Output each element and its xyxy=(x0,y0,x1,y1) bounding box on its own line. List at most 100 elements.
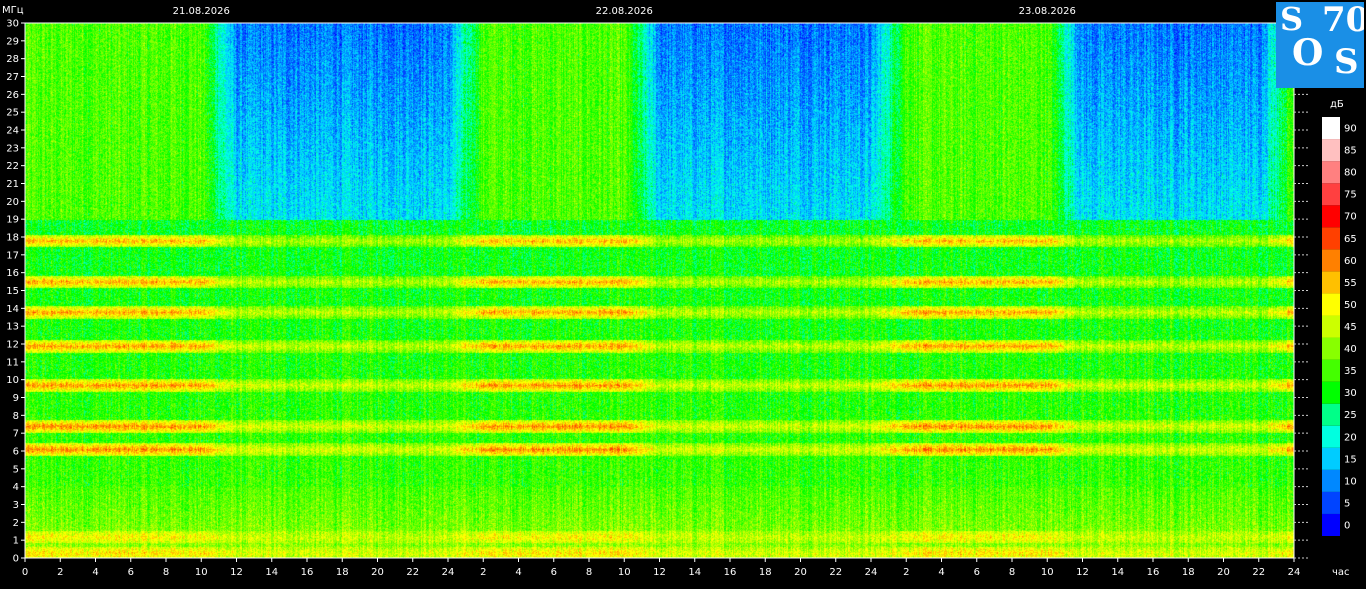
logo-number-70: 70 xyxy=(1322,2,1364,40)
y-tick-label: 5 xyxy=(13,464,19,475)
x-tick-label: 8 xyxy=(586,567,592,578)
date-label: 22.08.2026 xyxy=(596,6,653,17)
x-tick-label: 4 xyxy=(515,567,521,578)
y-tick-label: 29 xyxy=(6,36,19,47)
colorbar-tick-label: 45 xyxy=(1344,322,1357,333)
colorbar-segment xyxy=(1322,183,1340,206)
colorbar-tick-label: 70 xyxy=(1344,212,1357,223)
y-tick-label: 8 xyxy=(13,411,19,422)
sos70-logo: S 70 O S xyxy=(1276,2,1364,88)
colorbar-tick-label: 85 xyxy=(1344,146,1357,157)
colorbar-segment xyxy=(1322,271,1340,294)
colorbar-segment xyxy=(1322,359,1340,382)
colorbar-tick-label: 40 xyxy=(1344,344,1357,355)
x-tick-label: 4 xyxy=(938,567,944,578)
colorbar-segment xyxy=(1322,227,1340,250)
y-tick-label: 1 xyxy=(13,536,19,547)
x-tick-label: 22 xyxy=(1252,567,1265,578)
x-tick-label: 24 xyxy=(442,567,455,578)
x-tick-label: 18 xyxy=(759,567,772,578)
y-tick-label: 12 xyxy=(6,340,19,351)
y-tick-label: 10 xyxy=(6,375,19,386)
plot-frame xyxy=(24,22,1295,559)
y-tick-label: 15 xyxy=(6,286,19,297)
x-tick-label: 16 xyxy=(724,567,737,578)
colorbar-tick-label: 0 xyxy=(1344,520,1350,531)
y-tick-label: 18 xyxy=(6,233,19,244)
x-tick-label: 10 xyxy=(618,567,631,578)
y-tick-label: 26 xyxy=(6,90,19,101)
y-tick-label: 25 xyxy=(6,108,19,119)
colorbar-tick-label: 75 xyxy=(1344,190,1357,201)
colorbar-tick-label: 55 xyxy=(1344,278,1357,289)
x-tick-label: 18 xyxy=(1182,567,1195,578)
chart-axes: 0123456789101112131415161718192021222324… xyxy=(2,5,1357,578)
x-tick-label: 0 xyxy=(22,567,28,578)
x-tick-label: 14 xyxy=(265,567,278,578)
colorbar-segment xyxy=(1322,491,1340,514)
colorbar-segment xyxy=(1322,249,1340,272)
x-tick-label: 22 xyxy=(406,567,419,578)
colorbar-tick-label: 30 xyxy=(1344,388,1357,399)
x-tick-label: 2 xyxy=(57,567,63,578)
colorbar-segment xyxy=(1322,447,1340,470)
x-tick-label: 16 xyxy=(301,567,314,578)
x-tick-label: 22 xyxy=(829,567,842,578)
y-tick-label: 16 xyxy=(6,268,19,279)
y-tick-label: 6 xyxy=(13,447,19,458)
y-tick-label: 9 xyxy=(13,393,19,404)
x-tick-label: 24 xyxy=(865,567,878,578)
colorbar-segment xyxy=(1322,469,1340,492)
colorbar-tick-label: 15 xyxy=(1344,454,1357,465)
y-tick-label: 17 xyxy=(6,250,19,261)
date-label: 21.08.2026 xyxy=(173,6,230,17)
colorbar-tick-label: 90 xyxy=(1344,124,1357,135)
colorbar-tick-label: 50 xyxy=(1344,300,1357,311)
y-tick-label: 19 xyxy=(6,215,19,226)
x-axis-label: час xyxy=(1332,567,1350,578)
x-tick-label: 6 xyxy=(551,567,557,578)
x-tick-label: 24 xyxy=(1288,567,1301,578)
x-tick-label: 8 xyxy=(163,567,169,578)
colorbar-segment xyxy=(1322,381,1340,404)
colorbar-tick-label: 20 xyxy=(1344,432,1357,443)
colorbar-tick-label: 10 xyxy=(1344,476,1357,487)
colorbar-segment xyxy=(1322,205,1340,228)
x-tick-label: 2 xyxy=(480,567,486,578)
x-tick-label: 12 xyxy=(653,567,666,578)
colorbar-segment xyxy=(1322,117,1340,140)
colorbar-tick-label: 80 xyxy=(1344,168,1357,179)
colorbar-tick-label: 5 xyxy=(1344,498,1350,509)
x-tick-label: 6 xyxy=(974,567,980,578)
y-axis-label: МГц xyxy=(2,5,24,16)
y-tick-label: 4 xyxy=(13,482,19,493)
colorbar-tick-label: 65 xyxy=(1344,234,1357,245)
y-tick-label: 22 xyxy=(6,161,19,172)
x-tick-label: 8 xyxy=(1009,567,1015,578)
y-tick-label: 3 xyxy=(13,500,19,511)
y-tick-label: 23 xyxy=(6,143,19,154)
y-tick-label: 24 xyxy=(6,126,19,137)
colorbar-tick-label: 35 xyxy=(1344,366,1357,377)
colorbar-segment xyxy=(1322,337,1340,360)
y-tick-label: 0 xyxy=(13,554,19,565)
x-tick-label: 20 xyxy=(1217,567,1230,578)
x-tick-label: 4 xyxy=(92,567,98,578)
y-tick-label: 14 xyxy=(6,304,19,315)
y-tick-label: 27 xyxy=(6,72,19,83)
colorbar-segment xyxy=(1322,139,1340,162)
date-label: 23.08.2026 xyxy=(1019,6,1076,17)
y-tick-label: 2 xyxy=(13,518,19,529)
x-tick-label: 20 xyxy=(371,567,384,578)
colorbar-segment xyxy=(1322,161,1340,184)
y-tick-label: 30 xyxy=(6,19,19,30)
x-tick-label: 14 xyxy=(1111,567,1124,578)
x-tick-label: 10 xyxy=(195,567,208,578)
x-tick-label: 2 xyxy=(903,567,909,578)
y-tick-label: 21 xyxy=(6,179,19,190)
x-tick-label: 12 xyxy=(230,567,243,578)
colorbar-segment xyxy=(1322,513,1340,536)
colorbar-segment xyxy=(1322,403,1340,426)
colorbar-segment xyxy=(1322,425,1340,448)
colorbar-tick-label: 60 xyxy=(1344,256,1357,267)
